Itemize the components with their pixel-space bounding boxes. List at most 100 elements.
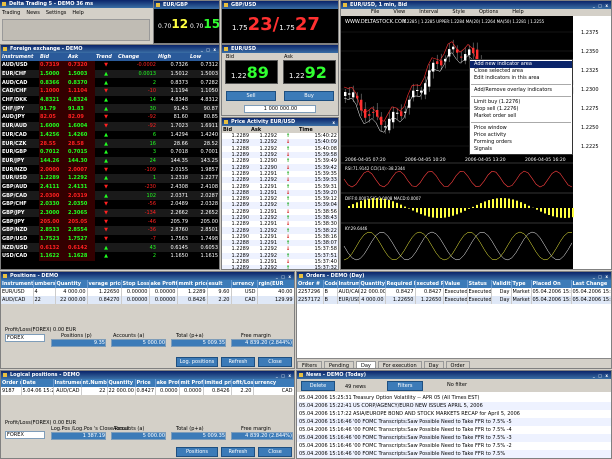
fx-header-5[interactable]: High	[157, 53, 189, 61]
app-menu-help[interactable]: Help	[72, 10, 83, 16]
fx-row[interactable]: EUR/AUD 1.6000 1.6004 ▼ -92 1.7023 1.6911	[1, 121, 219, 131]
logical-header-5[interactable]: Price	[135, 379, 156, 387]
context-menu-item[interactable]: Signals	[470, 146, 572, 153]
context-menu-item[interactable]: Market order sell	[470, 113, 572, 120]
fx-row[interactable]: AUD/USD 0.7319 0.7320 ▼ -0.0002 0.7326 0.7312	[1, 61, 219, 70]
gbpusd-ticker[interactable]: GBP/USD 1.7523/1.7527	[221, 0, 339, 44]
orders-row[interactable]: 2257172 B EUR/USD 4 000.00 1.22650 1.22650 Exe…	[297, 296, 611, 304]
fx-header-2[interactable]: Ask	[67, 53, 95, 61]
logical-header-9[interactable]: ofit/Loss	[231, 379, 254, 387]
fx-header-0[interactable]: Instrument	[1, 53, 39, 61]
fx-row[interactable]: CAD/CHF 1.1000 1.1104 ▼ -10 1.1194 1.1050	[1, 87, 219, 96]
fx-row[interactable]: CHF/DKK 4.8321 4.8324 ▲ 14 4.8348 4.8312	[1, 95, 219, 105]
positions-row[interactable]: EUR/USD 4 4 000.00 1.22650 0.00000 0.00000 1.2…	[1, 288, 294, 296]
positions-header-3[interactable]: verage price	[87, 280, 122, 288]
chart-menu-options[interactable]: Options	[479, 9, 498, 15]
news-filters-button[interactable]: Filters	[387, 381, 423, 391]
fx-row[interactable]: EUR/CZK 28.55 28.58 ▲ 16 28.66 28.52	[1, 139, 219, 148]
chart-menu-style[interactable]: Style	[452, 9, 465, 15]
app-menu-news[interactable]: News	[26, 10, 40, 16]
logical-positions-button[interactable]: Positions	[176, 447, 218, 457]
app-menu-trading[interactable]: Trading	[2, 10, 20, 16]
logical-refresh-button[interactable]: Refresh	[221, 447, 255, 457]
log-positions-button[interactable]: Log. positions	[176, 357, 218, 367]
positions-header-9[interactable]: rgin(EUR	[257, 280, 294, 288]
context-menu-item[interactable]: Price activity	[470, 132, 572, 139]
chart-menu-help[interactable]: Help	[512, 9, 523, 15]
app-menu-settings[interactable]: Settings	[46, 10, 67, 16]
fx-row[interactable]: USD/CAD 1.1622 1.1628 ▲ 2 1.1650 1.1615	[1, 252, 219, 261]
logical-header-3[interactable]: nt.Numbers	[81, 379, 108, 387]
news-item[interactable]: 05.04.2006 15:16:46'00 FOMC Transcripts:…	[297, 426, 611, 434]
fx-row[interactable]: AUD/JPY 82.05 82.09 ▼ -92 81.60 80.85	[1, 113, 219, 122]
chart-menu-interval[interactable]: Interval	[419, 9, 438, 15]
chart-menu-view[interactable]: View	[393, 9, 405, 15]
orders-row[interactable]: 2257296BAUD/CAD22 000.000.84270.8427Exec…	[297, 288, 611, 296]
activity-header-0[interactable]: Bid	[222, 126, 250, 133]
positions-close-button[interactable]: Close	[258, 357, 292, 367]
fx-header-3[interactable]: Trend	[95, 53, 117, 61]
context-menu-item[interactable]: Limit buy (1.2276)	[470, 99, 572, 106]
news-delete-button[interactable]: Delete	[301, 381, 335, 391]
fx-row[interactable]: EUR/CAD 1.4256 1.4260 ▲ 6 1.4294 1.4240	[1, 130, 219, 140]
context-menu-item[interactable]: Add new indicator area	[470, 61, 572, 68]
positions-header-0[interactable]: Instrument	[1, 280, 34, 288]
fx-row[interactable]: EUR/JPY 144.26 144.30 ▲ 24 144.35 143.25	[1, 156, 219, 166]
fx-row[interactable]: EUR/NZD 2.0000 2.0007 ▼ -109 2.0155 1.9857	[1, 165, 219, 174]
context-menu-item[interactable]: Forming orders	[470, 139, 572, 146]
logical-header-2[interactable]: Instrument	[53, 379, 82, 387]
logical-market-combo[interactable]: FOREX	[5, 431, 45, 439]
fx-row[interactable]: EUR/GBP 0.7012 0.7015 ▲ 3 0.7018 0.7001	[1, 147, 219, 157]
orders-header-10[interactable]: Placed On	[531, 280, 572, 288]
trade-amount-input[interactable]: 1 000 000.00	[244, 105, 316, 113]
positions-header-4[interactable]: Stop Loss	[121, 280, 150, 288]
activity-header-1[interactable]: Ask	[250, 126, 278, 133]
fx-row[interactable]: CHF/JPY 91.79 91.83 ▲ 30 91.43 90.87	[1, 104, 219, 114]
fx-row[interactable]: GBP/AUD 2.4111 2.4131 ▼ -230 2.4308 2.4108	[1, 182, 219, 192]
fx-row[interactable]: GBP/USD 1.7523 1.7527 ▼ -7 1.7563 1.7498	[1, 234, 219, 244]
fx-row[interactable]: EUR/CHF 1.5000 1.5003 ▲ 0.0013 1.5012 1.5003	[1, 69, 219, 79]
positions-header-2[interactable]: Quantity	[55, 280, 88, 288]
orders-header-5[interactable]: xecuted Price	[415, 280, 444, 288]
positions-row[interactable]: AUD/CAD 22 22 000.00 0.84270 0.00000 0.00000 0…	[1, 296, 294, 304]
orders-tab-1[interactable]: Pending	[324, 361, 354, 368]
positions-header-7[interactable]: esult	[207, 280, 232, 288]
fx-row[interactable]: EUR/USD 1.2289 1.2292 ▲ 1 1.2318 1.2277	[1, 173, 219, 183]
logical-header-7[interactable]: mit Profit	[179, 379, 204, 387]
activity-header-3[interactable]: Time	[298, 126, 338, 133]
fx-row[interactable]: GBP/CHF 2.0330 2.0350 ▼ -56 2.0489 2.0328	[1, 200, 219, 209]
logical-header-10[interactable]: urrency	[253, 379, 294, 387]
fx-row[interactable]: GBP/JPY 2.3000 2.3065 ▼ -134 2.2662 2.2652	[1, 208, 219, 218]
fx-row[interactable]: GBP/JPY 205.00 205.05 ▼ -46 205.79 205.00	[1, 217, 219, 227]
news-item[interactable]: 05.04.2006 15:16:46'00 FOMC Transcripts:…	[297, 450, 611, 458]
fx-header-4[interactable]: Change	[117, 53, 157, 61]
context-menu-item[interactable]: Stop sell (1.2276)	[470, 106, 572, 113]
context-menu-item[interactable]: Close selected area	[470, 68, 572, 75]
news-item[interactable]: 05.04.2006 15:16:46'00 FOMC Transcripts:…	[297, 442, 611, 450]
orders-tab-5[interactable]: Order	[445, 361, 470, 368]
orders-tab-2[interactable]: Day	[356, 361, 376, 368]
context-menu-item[interactable]: Add/Remove overlay indicators	[470, 87, 572, 94]
logical-header-6[interactable]: ake Profit	[155, 379, 180, 387]
fx-row[interactable]: NZD/USD 0.6132 0.6142 ▲ 43 0.6145 0.6053	[1, 243, 219, 253]
positions-refresh-button[interactable]: Refresh	[221, 357, 255, 367]
orders-header-9[interactable]: Type	[511, 280, 532, 288]
fx-row[interactable]: AUD/CAD 0.8366 0.8370 ▲ 2 0.8373 0.7282	[1, 78, 219, 88]
orders-header-0[interactable]: Order #	[297, 280, 324, 288]
orders-tab-4[interactable]: Day	[423, 361, 444, 368]
news-item[interactable]: 05.04.2006 15:16:46'00 FOMC Transcripts:…	[297, 434, 611, 442]
news-item[interactable]: 05.04.2006 15:16:46'00 FOMC Transcripts:…	[297, 418, 611, 426]
positions-header-5[interactable]: ake Profit	[149, 280, 178, 288]
orders-header-11[interactable]: Last Change	[571, 280, 611, 288]
logical-header-8[interactable]: imited price	[203, 379, 232, 387]
activity-header-2[interactable]	[278, 126, 298, 133]
orders-header-7[interactable]: Status	[467, 280, 492, 288]
context-menu-item[interactable]: Edit indicators in this area	[470, 75, 572, 82]
news-item[interactable]: 05.04.2006 15:22:41US CORP/AGENCY/EURO N…	[297, 402, 611, 410]
logical-header-4[interactable]: Quantity	[107, 379, 136, 387]
sell-button[interactable]: Sell	[226, 91, 276, 101]
positions-header-8[interactable]: urrency	[231, 280, 258, 288]
logical-close-button[interactable]: Close	[258, 447, 292, 457]
positions-header-1[interactable]: umbers	[33, 280, 56, 288]
fx-header-1[interactable]: Bid	[39, 53, 67, 61]
